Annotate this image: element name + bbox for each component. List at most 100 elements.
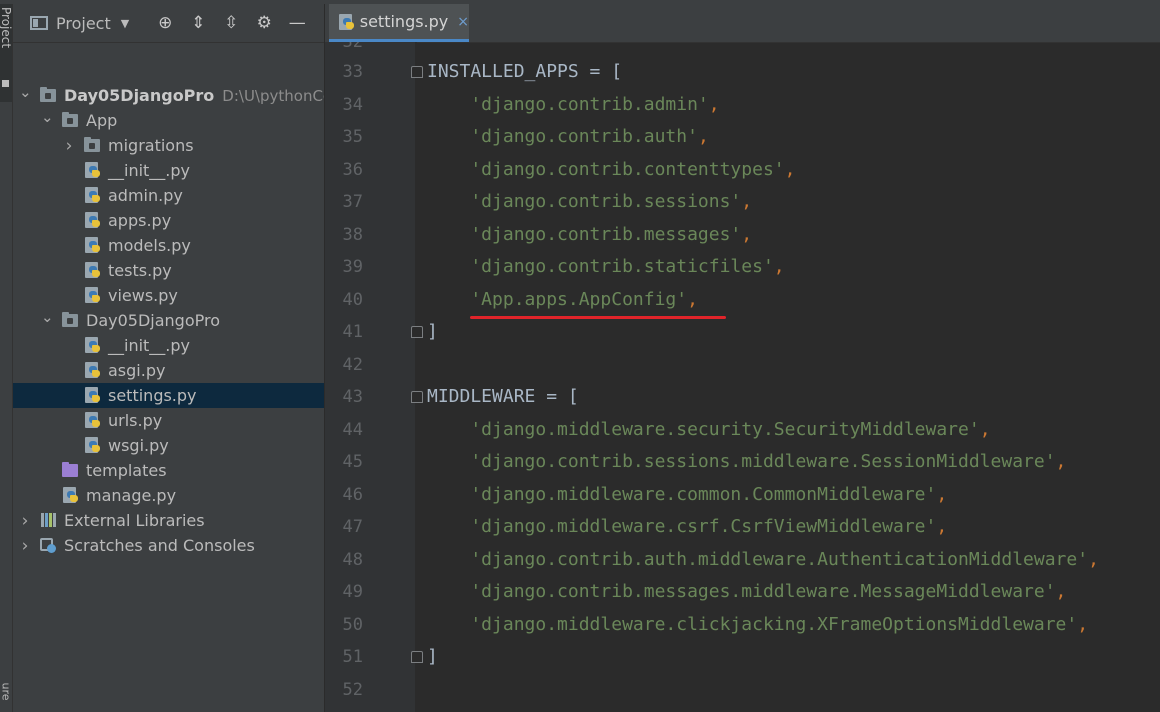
tree-item[interactable]: admin.py: [13, 183, 324, 208]
chevron-right-icon[interactable]: ›: [19, 536, 31, 556]
tree-item[interactable]: › migrations: [13, 133, 324, 158]
hide-icon[interactable]: —: [287, 13, 307, 33]
code-line: 51]: [325, 641, 1160, 673]
fold-marker-icon[interactable]: [411, 651, 423, 663]
python-file-icon: [83, 161, 101, 179]
code-text: 'django.contrib.staticfiles',: [427, 256, 785, 277]
code-text: 'django.contrib.messages',: [427, 223, 753, 245]
code-area[interactable]: 33 INSTALLED_APPS = [34 'django.contrib.a…: [325, 42, 1160, 712]
tree-item-label: manage.py: [86, 486, 177, 505]
tree-item[interactable]: __init__.py: [13, 333, 324, 358]
python-file-icon: [83, 211, 101, 229]
tree-item[interactable]: __init__.py: [13, 158, 324, 183]
template-folder-icon: [61, 461, 79, 479]
line-number: 35: [342, 127, 363, 147]
chevron-down-icon[interactable]: ⌄: [19, 83, 32, 101]
project-tool-tab[interactable]: Project: [0, 4, 13, 102]
code-line: 34 'django.contrib.admin',: [325, 89, 1160, 121]
fold-marker-icon[interactable]: [411, 326, 423, 338]
chevron-right-icon[interactable]: ›: [63, 136, 75, 156]
scratches-icon: [39, 536, 57, 554]
tree-item-label: templates: [86, 461, 167, 480]
tree-item-label: Day05DjangoPro: [86, 311, 220, 330]
chevron-down-icon[interactable]: ▼: [121, 17, 129, 30]
tree-item[interactable]: views.py: [13, 283, 324, 308]
tree-item[interactable]: › Scratches and Consoles: [13, 533, 324, 558]
code-line: 41]: [325, 316, 1160, 348]
settings-icon[interactable]: ⚙: [254, 13, 274, 33]
line-number: 45: [342, 452, 363, 472]
left-tool-strip: Project ure: [0, 4, 13, 712]
code-text: 'django.middleware.common.CommonMiddlewa…: [427, 483, 948, 505]
tree-item[interactable]: ⌄ App: [13, 108, 324, 133]
tree-item[interactable]: ⌄ Day05DjangoPro: [13, 308, 324, 333]
tree-item[interactable]: wsgi.py: [13, 433, 324, 458]
code-text: MIDDLEWARE = [: [427, 386, 579, 407]
code-text: ]: [427, 646, 438, 667]
code-text: INSTALLED_APPS = [: [427, 61, 623, 82]
tab-settings-py[interactable]: settings.py ×: [329, 4, 469, 42]
tree-item[interactable]: models.py: [13, 233, 324, 258]
code-text: 'django.contrib.admin',: [427, 93, 720, 115]
collapse-all-icon[interactable]: ⇳: [221, 13, 241, 33]
line-number: 40: [342, 289, 363, 310]
tree-item[interactable]: settings.py: [13, 383, 324, 408]
tree-item[interactable]: tests.py: [13, 258, 324, 283]
tree-item[interactable]: asgi.py: [13, 358, 324, 383]
folder-icon: [61, 311, 79, 329]
code-line: 36 'django.contrib.contenttypes',: [325, 154, 1160, 186]
tree-item[interactable]: › External Libraries: [13, 508, 324, 533]
code-line: 42: [325, 349, 1160, 381]
structure-tool-tab[interactable]: ure: [0, 683, 13, 712]
close-icon[interactable]: ×: [457, 14, 469, 30]
line-number: 47: [342, 517, 363, 537]
project-tool-tab-label: Project: [0, 7, 13, 49]
tab-label: settings.py: [359, 12, 449, 31]
code-text: 'django.contrib.messages.middleware.Mess…: [427, 581, 1067, 602]
folder-icon: [39, 86, 57, 104]
code-text: 'django.middleware.csrf.CsrfViewMiddlewa…: [427, 516, 948, 537]
code-text: 'django.middleware.security.SecurityMidd…: [427, 418, 991, 440]
code-line: 43 MIDDLEWARE = [: [325, 381, 1160, 413]
line-number: 50: [342, 614, 363, 635]
line-number: 49: [342, 582, 363, 602]
tree-item-label: __init__.py: [108, 161, 191, 180]
python-file-icon: [83, 411, 101, 429]
expand-all-icon[interactable]: ⇕: [188, 13, 208, 33]
tree-item-label: admin.py: [108, 186, 183, 205]
folder-icon: [61, 111, 79, 129]
line-number: 43: [342, 387, 363, 407]
code-editor: settings.py × 32 33 INSTALLED_APPS = [34 …: [325, 4, 1160, 712]
tree-item[interactable]: templates: [13, 458, 324, 483]
project-view-icon: [30, 16, 48, 30]
chevron-down-icon[interactable]: ⌄: [41, 308, 54, 326]
code-line: 37 'django.contrib.sessions',: [325, 186, 1160, 218]
line-number: 37: [342, 192, 363, 212]
chevron-down-icon[interactable]: ⌄: [41, 108, 54, 126]
library-icon: [39, 511, 57, 529]
tree-item-label: settings.py: [108, 386, 197, 405]
code-line: 33 INSTALLED_APPS = [: [325, 56, 1160, 88]
tree-item[interactable]: urls.py: [13, 408, 324, 433]
tree-item[interactable]: apps.py: [13, 208, 324, 233]
select-opened-file-icon[interactable]: ⊕: [155, 13, 175, 33]
tree-item-label: External Libraries: [64, 511, 205, 530]
code-text: 'App.apps.AppConfig',: [427, 288, 698, 310]
line-number: 52: [342, 679, 363, 700]
chevron-right-icon[interactable]: ›: [19, 511, 31, 531]
line-number: 48: [342, 549, 363, 570]
code-text: ]: [427, 321, 438, 342]
tree-item-label: asgi.py: [108, 361, 166, 380]
line-number: 51: [342, 647, 363, 667]
line-number: 44: [342, 419, 363, 440]
tree-item-label: models.py: [108, 236, 191, 255]
tree-item-label: apps.py: [108, 211, 172, 230]
python-file-icon: [61, 486, 79, 504]
tree-item[interactable]: ⌄ Day05DjangoProD:\U\pythonCode: [13, 83, 324, 108]
fold-marker-icon[interactable]: [411, 391, 423, 403]
code-text: 'django.contrib.auth',: [427, 126, 709, 147]
tree-item[interactable]: manage.py: [13, 483, 324, 508]
project-view-selector[interactable]: Project: [56, 14, 111, 33]
code-line: 45 'django.contrib.sessions.middleware.S…: [325, 446, 1160, 478]
fold-marker-icon[interactable]: [411, 66, 423, 78]
